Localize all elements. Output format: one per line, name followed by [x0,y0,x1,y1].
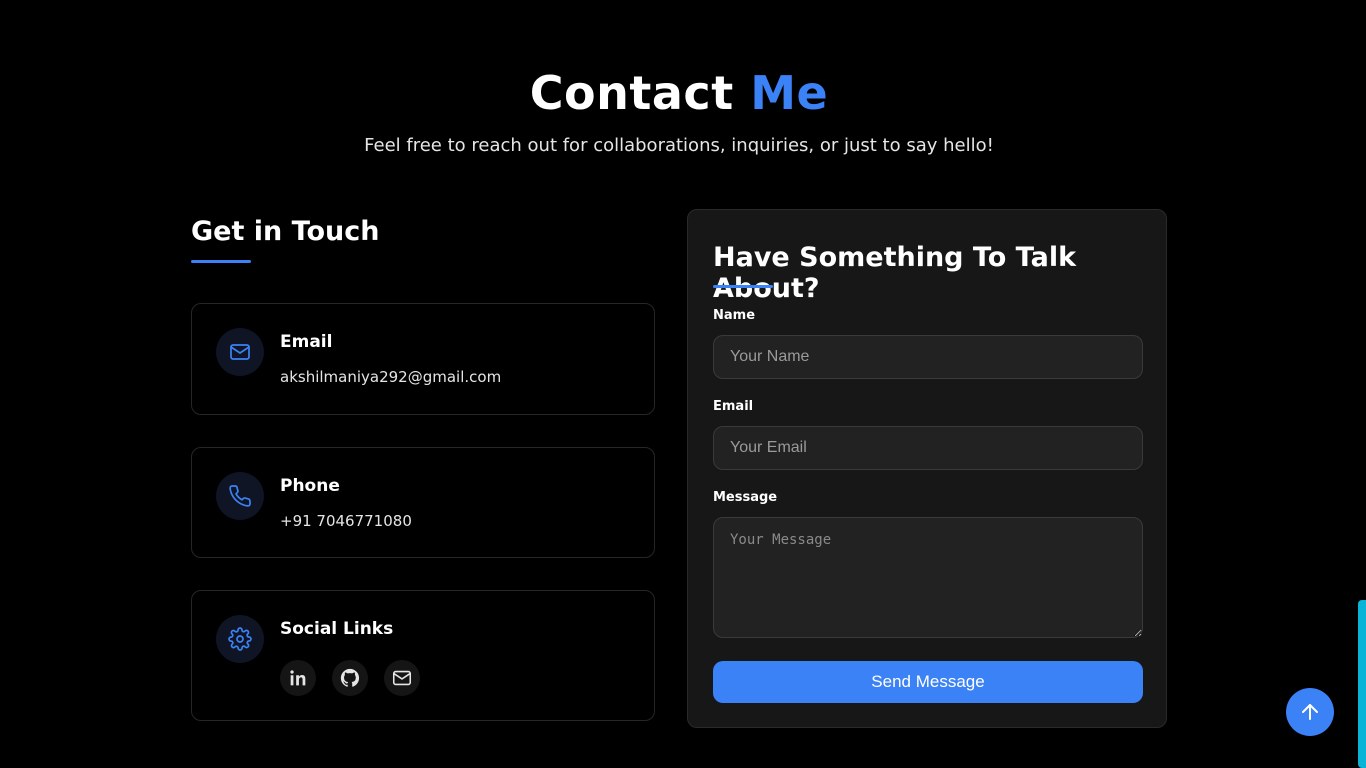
phone-icon [229,485,251,507]
mail-icon [230,344,250,360]
github-icon [340,668,360,687]
linkedin-icon [290,670,306,686]
form-title-underline [713,285,773,288]
phone-icon-circle [216,472,264,520]
social-links [280,660,420,696]
message-label: Message [713,490,778,505]
contact-form: Have Something To Talk About? Name Email… [687,209,1167,728]
contact-page: Contact Me Feel free to reach out for co… [0,0,1366,768]
get-in-touch-heading: Get in Touch [191,216,380,247]
title-accent: Me [750,66,829,120]
title-main: Contact [529,66,734,120]
github-link[interactable] [332,660,368,696]
social-card: Social Links [191,590,655,721]
email-value[interactable]: akshilmaniya292@gmail.com [280,368,501,386]
mail-link[interactable] [384,660,420,696]
phone-card: Phone +91 7046771080 [191,447,655,558]
arrow-up-icon [1302,704,1318,720]
name-input[interactable] [713,335,1143,379]
linkedin-link[interactable] [280,660,316,696]
heading-underline [191,260,251,263]
email-input[interactable] [713,426,1143,470]
phone-value[interactable]: +91 7046771080 [280,512,412,530]
social-card-title: Social Links [280,619,394,639]
gear-icon [228,627,252,651]
mail-icon [392,670,412,686]
email-card-title: Email [280,332,333,352]
page-subtitle: Feel free to reach out for collaboration… [364,135,994,156]
email-card: Email akshilmaniya292@gmail.com [191,303,655,415]
phone-card-title: Phone [280,476,340,496]
name-label: Name [713,308,756,323]
message-textarea[interactable] [713,517,1143,638]
form-title: Have Something To Talk About? [713,242,1077,304]
email-label: Email [713,399,754,414]
scrollbar-thumb[interactable] [1358,600,1366,768]
scroll-to-top-button[interactable] [1286,688,1334,736]
social-icon-circle [216,615,264,663]
page-title: Contact Me [0,66,1358,120]
send-message-button[interactable]: Send Message [713,661,1143,703]
email-icon-circle [216,328,264,376]
